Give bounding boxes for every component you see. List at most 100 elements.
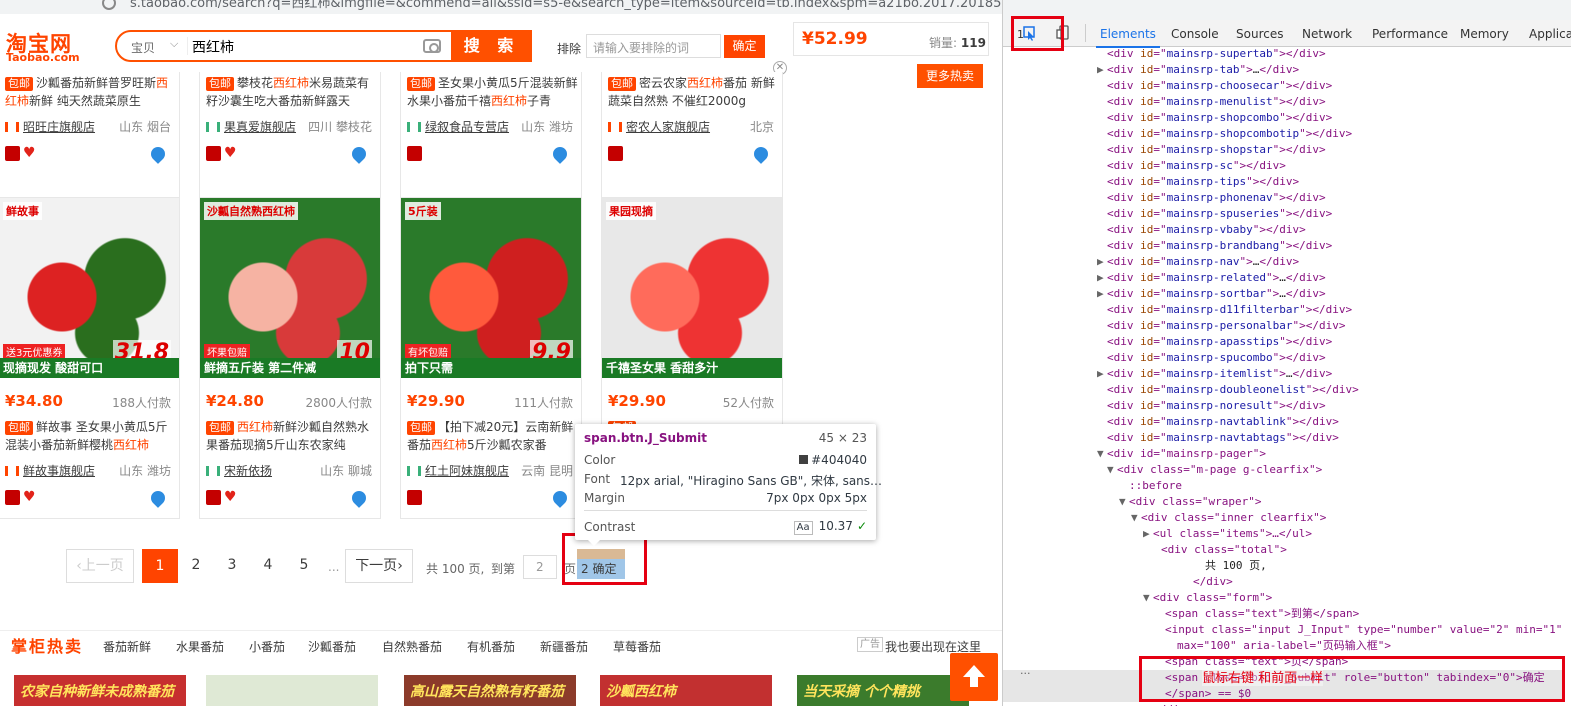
page-4[interactable]: 4 [250, 549, 286, 583]
product-card[interactable]: 沙瓤自然熟西红柿 坏果包赔 10 鲜摘五斤装 第二件减 ¥24.80 2800人付款 包邮西… [199, 197, 381, 519]
wangwang-icon[interactable] [349, 488, 369, 508]
page-1[interactable]: 1 [142, 549, 178, 583]
product-title[interactable]: 包邮 密云农家西红柿番茄 新鲜蔬菜自然熟 不催红2000g [608, 74, 780, 110]
shop-link[interactable]: 绿叙食品专营店 [407, 118, 509, 135]
devtools-tab[interactable]: Memory [1460, 27, 1509, 41]
heart-icon[interactable]: ♥ [224, 146, 239, 160]
promo-thumbnail[interactable]: 农家自种新鲜未成熟番茄 [14, 675, 186, 706]
taobao-logo-en[interactable]: Taobao.com [6, 51, 80, 64]
dom-node[interactable]: <div id="mainsrp-navtabtags"></div> [1097, 430, 1339, 446]
back-to-top-button[interactable] [950, 653, 998, 701]
promo-thumbnail[interactable]: 沙瓤西红柿 [600, 675, 772, 706]
product-card[interactable]: 包邮 攀枝花西红柿米易蔬菜有籽沙囊生吃大番茄新鲜露天 果真爱旗舰店 四川 攀枝花 ♥ [199, 72, 381, 217]
shop-link[interactable]: 昭旺庄旗舰店 [5, 118, 95, 135]
hot-keyword-link[interactable]: 自然熟番茄 [382, 638, 442, 655]
more-hot-button[interactable]: 更多热卖 [917, 64, 983, 88]
hot-keyword-link[interactable]: 番茄新鲜 [103, 638, 151, 655]
dom-node[interactable]: max="100" aria-label="页码输入框"> [1167, 638, 1391, 654]
product-image[interactable]: 5斤装 有坏包赔 9.9 拍下只需 [401, 198, 581, 378]
tmall-icon[interactable] [608, 146, 623, 161]
product-title[interactable]: 包邮 西红柿新鲜沙瓤自然熟水果番茄现摘5斤山东农家纯 [206, 418, 378, 454]
page-3[interactable]: 3 [214, 549, 250, 583]
product-card[interactable]: 鲜故事 送3元优惠券 31.8 现摘现发 酸甜可口 ¥34.80 188人付款 包邮 鲜故事 … [0, 197, 180, 519]
tmall-icon[interactable] [206, 146, 221, 161]
devtools-tab[interactable]: Sources [1236, 27, 1283, 41]
product-title[interactable]: 包邮 攀枝花西红柿米易蔬菜有籽沙囊生吃大番茄新鲜露天 [206, 74, 378, 110]
dom-node[interactable]: ▶ <div id="mainsrp-itemlist">…</div> [1097, 366, 1332, 382]
dom-node[interactable]: <div id="mainsrp-phonenav"></div> [1097, 190, 1326, 206]
exclude-confirm-button[interactable]: 确定 [724, 35, 765, 58]
dom-node[interactable]: <div id="mainsrp-apasstips"></div> [1097, 334, 1332, 350]
devtools-tab[interactable]: Console [1171, 27, 1219, 41]
wangwang-icon[interactable] [349, 144, 369, 164]
product-title[interactable]: 包邮 沙瓤番茄新鲜普罗旺斯西红柿新鲜 纯天然蔬菜原生 [5, 74, 177, 110]
page-2[interactable]: 2 [178, 549, 214, 583]
dom-node[interactable]: <div id="mainsrp-vbaby"></div> [1097, 222, 1306, 238]
wangwang-icon[interactable] [751, 144, 771, 164]
more-icon[interactable]: ··· [1020, 667, 1031, 680]
hot-keyword-link[interactable]: 水果番茄 [176, 638, 224, 655]
hot-keyword-link[interactable]: 新疆番茄 [540, 638, 588, 655]
wangwang-icon[interactable] [148, 488, 168, 508]
product-card[interactable]: 包邮 密云农家西红柿番茄 新鲜蔬菜自然熟 不催红2000g 密农人家旗舰店 北京 [601, 72, 783, 217]
wangwang-icon[interactable] [550, 488, 570, 508]
dom-node[interactable]: ▼ <div id="mainsrp-pager"> [1097, 446, 1266, 462]
dom-node[interactable]: <div id="mainsrp-shopstar"></div> [1097, 142, 1326, 158]
hot-keyword-link[interactable]: 草莓番茄 [613, 638, 661, 655]
search-button[interactable]: 搜 索 [451, 30, 532, 62]
devtools-tab[interactable]: Performance [1372, 27, 1448, 41]
hot-keyword-link[interactable]: 小番茄 [249, 638, 285, 655]
promo-thumbnail[interactable]: 当天采摘 个个精挑 [797, 675, 969, 706]
shop-link[interactable]: 宋新依扬 [206, 462, 272, 479]
product-image[interactable]: 沙瓤自然熟西红柿 坏果包赔 10 鲜摘五斤装 第二件减 [200, 198, 380, 378]
dom-node[interactable]: ::before [1119, 478, 1182, 494]
dom-node[interactable]: <div id="mainsrp-navtablink"></div> [1097, 414, 1339, 430]
dom-node[interactable]: ▶ <div id="mainsrp-tab">…</div> [1097, 62, 1299, 78]
dom-node[interactable]: <div id="mainsrp-spucombo"></div> [1097, 350, 1326, 366]
dom-node[interactable]: </div> [1183, 574, 1233, 590]
dom-node[interactable]: ▼ <div class="wraper"> [1119, 494, 1261, 510]
product-title[interactable]: 包邮 圣女果小黄瓜5斤混装新鲜水果小番茄千禧西红柿子青 [407, 74, 579, 110]
next-page-button[interactable]: 下一页› [345, 549, 413, 583]
page-5[interactable]: 5 [286, 549, 322, 583]
heart-icon[interactable]: ♥ [23, 490, 38, 504]
dom-node[interactable]: ▼ <div class="m-page g-clearfix"> [1107, 462, 1322, 478]
chevron-down-icon[interactable]: ⌵ [170, 37, 178, 51]
devtools-tab[interactable]: Network [1302, 27, 1352, 41]
tmall-icon[interactable] [5, 146, 20, 161]
dom-node[interactable]: <span class="text">到第</span> [1155, 606, 1359, 622]
dom-node[interactable]: <div id="mainsrp-tips"></div> [1097, 174, 1299, 190]
dom-node[interactable]: <div id="mainsrp-shopcombo"></div> [1097, 110, 1332, 126]
promo-thumbnail[interactable]: 高山露天自然熟有籽番茄 [404, 675, 576, 706]
wangwang-icon[interactable] [550, 144, 570, 164]
dom-node[interactable]: <div id="mainsrp-d11filterbar"></div> [1097, 302, 1352, 318]
dom-node[interactable]: 共 100 页, [1195, 558, 1267, 574]
address-bar[interactable]: s.taobao.com/search?q=西红柿&imgfile=&comme… [0, 0, 1002, 14]
devtools-tab[interactable]: Elements [1096, 27, 1160, 48]
shop-link[interactable]: 果真爱旗舰店 [206, 118, 296, 135]
tmall-icon[interactable] [407, 490, 422, 505]
dom-node[interactable]: <div id="mainsrp-noresult"></div> [1097, 398, 1326, 414]
devtools-tab[interactable]: Applica [1529, 27, 1571, 41]
dom-node[interactable]: ▶ <ul class="items">…</ul> [1143, 526, 1312, 542]
camera-icon[interactable] [423, 39, 441, 53]
shop-link[interactable]: 红土阿妹旗舰店 [407, 462, 509, 479]
tmall-icon[interactable] [5, 490, 20, 505]
tmall-icon[interactable] [407, 146, 422, 161]
dom-node[interactable]: ▶ <div id="mainsrp-related">…</div> [1097, 270, 1326, 286]
dom-node[interactable]: ▶ <div id="mainsrp-sortbar">…</div> [1097, 286, 1326, 302]
dom-node[interactable]: <div id="mainsrp-personalbar"></div> [1097, 318, 1345, 334]
dom-node[interactable]: </div> [1143, 702, 1193, 706]
hot-item-panel[interactable]: ¥52.99 销量: 119 [793, 22, 989, 56]
product-card[interactable]: 包邮 圣女果小黄瓜5斤混装新鲜水果小番茄千禧西红柿子青 绿叙食品专营店 山东 潍坊 [400, 72, 582, 217]
dom-node[interactable]: <div id="mainsrp-supertab"></div> [1097, 46, 1326, 62]
exclude-input[interactable]: 请输入要排除的词 [586, 34, 721, 58]
dom-node[interactable]: <div id="mainsrp-brandbang"></div> [1097, 238, 1332, 254]
product-card[interactable]: 包邮 沙瓤番茄新鲜普罗旺斯西红柿新鲜 纯天然蔬菜原生 昭旺庄旗舰店 山东 烟台 ♥ [0, 72, 180, 217]
dom-node[interactable]: <div id="mainsrp-spuseries"></div> [1097, 206, 1332, 222]
hot-keyword-link[interactable]: 沙瓤番茄 [308, 638, 356, 655]
dom-node[interactable]: ▼ <div class="form"> [1143, 590, 1272, 606]
shop-link[interactable]: 鲜故事旗舰店 [5, 462, 95, 479]
hot-keyword-link[interactable]: 有机番茄 [467, 638, 515, 655]
tmall-icon[interactable] [206, 490, 221, 505]
